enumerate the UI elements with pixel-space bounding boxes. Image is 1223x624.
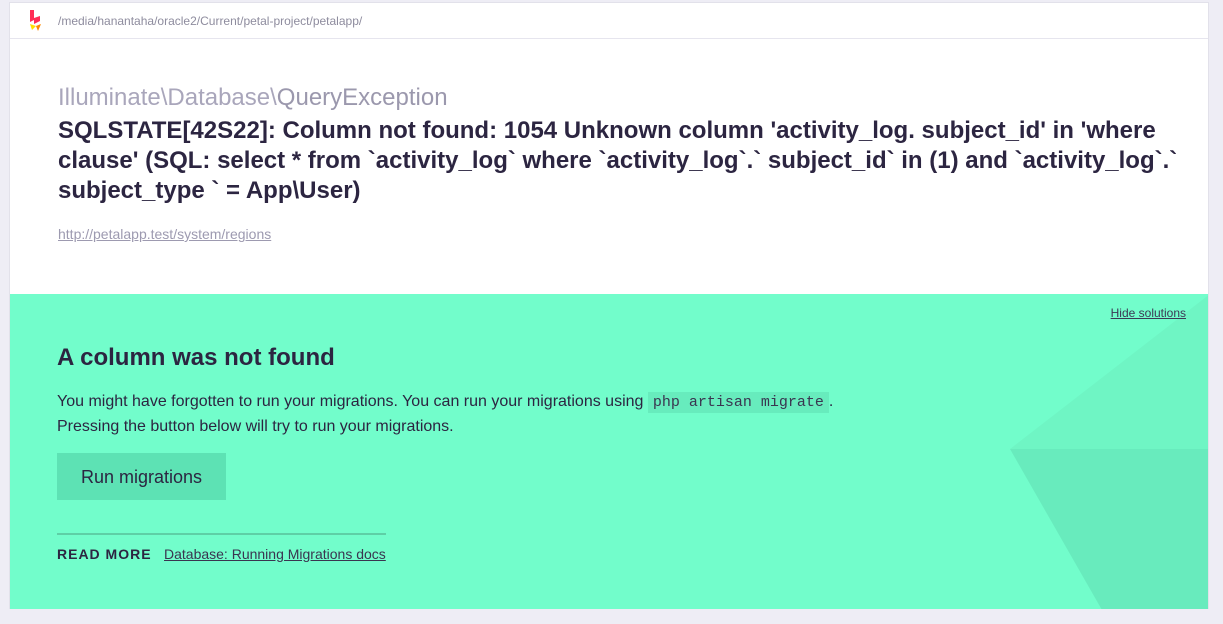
top-bar: /media/hanantaha/oracle2/Current/petal-p…	[10, 3, 1208, 39]
solution-description-text: You might have forgotten to run your mig…	[57, 393, 648, 410]
solution-title: A column was not found	[57, 344, 335, 371]
exception-class-name: QueryException	[276, 84, 448, 111]
exception-class: Illuminate\Database\QueryException	[58, 84, 448, 112]
solution-description-line2: Pressing the button below will try to ru…	[57, 418, 454, 435]
run-migrations-button[interactable]: Run migrations	[57, 453, 226, 500]
migrate-command: php artisan migrate	[647, 392, 829, 413]
project-path: /media/hanantaha/oracle2/Current/petal-p…	[58, 14, 363, 28]
solution-description-end: .	[828, 393, 834, 410]
exception-message: SQLSTATE[42S22]: Column not found: 1054 …	[58, 117, 1178, 204]
request-url-link[interactable]: http://petalapp.test/system/regions	[58, 226, 271, 242]
ignition-logo-icon[interactable]	[28, 10, 44, 32]
solution-panel: Hide solutions A column was not found Yo…	[10, 294, 1208, 609]
error-page-card: /media/hanantaha/oracle2/Current/petal-p…	[9, 2, 1209, 609]
divider	[57, 533, 386, 535]
read-more-label: READ MORE	[57, 546, 152, 562]
exception-namespace: Illuminate\Database\	[58, 84, 277, 111]
migrations-docs-link[interactable]: Database: Running Migrations docs	[164, 546, 386, 562]
solution-description: You might have forgotten to run your mig…	[57, 390, 833, 439]
hide-solutions-link[interactable]: Hide solutions	[1111, 306, 1186, 320]
